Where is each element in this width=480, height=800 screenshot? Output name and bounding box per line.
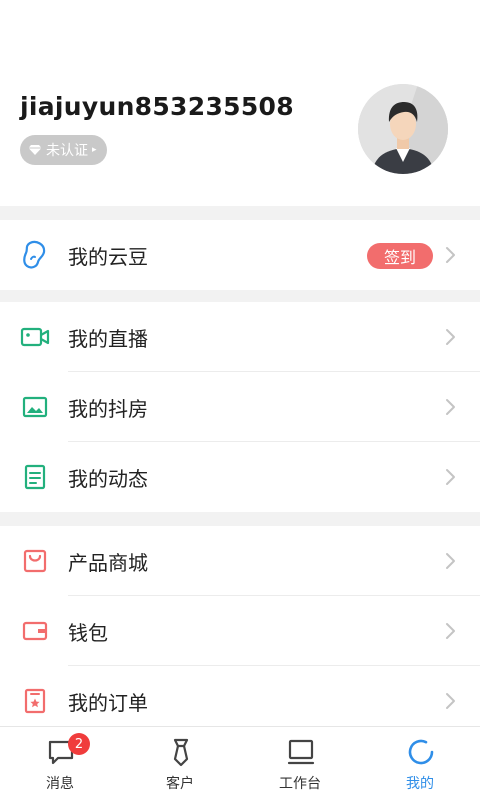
chevron-right-icon	[446, 247, 455, 263]
tab-label: 消息	[46, 776, 74, 792]
username: jiajuyun853235508	[20, 92, 294, 121]
tab-mine[interactable]: 我的	[360, 727, 480, 800]
bean-icon	[20, 240, 50, 269]
menu-item-my-live[interactable]: 我的直播	[0, 302, 480, 372]
profile-header: jiajuyun853235508 未认证 ▸	[0, 0, 480, 206]
tab-label: 我的	[406, 776, 434, 792]
tie-icon	[173, 738, 189, 767]
menu-item-label: 我的抖房	[68, 396, 148, 421]
shopping-bag-icon	[20, 547, 50, 575]
commerce-group: 产品商城 钱包 我的订单	[0, 526, 480, 726]
unread-badge: 2	[68, 733, 90, 755]
tab-label: 客户	[166, 776, 194, 792]
video-camera-icon	[20, 323, 50, 351]
chevron-right-icon	[446, 399, 455, 415]
verification-label: 未认证	[46, 143, 88, 159]
avatar-illustration	[358, 84, 448, 174]
sign-in-button[interactable]: 签到	[367, 243, 433, 269]
tab-label: 工作台	[279, 776, 321, 792]
chevron-right-icon	[446, 469, 455, 485]
menu-item-label: 产品商城	[68, 550, 148, 575]
chevron-right-icon	[446, 329, 455, 345]
chevron-right-icon	[446, 623, 455, 639]
menu-item-label: 我的订单	[68, 690, 148, 715]
picture-icon	[20, 393, 50, 421]
avatar[interactable]	[358, 84, 448, 174]
menu-item-label: 我的动态	[68, 466, 148, 491]
tab-workbench[interactable]: 工作台	[240, 727, 360, 800]
diamond-icon	[28, 145, 42, 155]
menu-item-wallet[interactable]: 钱包	[0, 596, 480, 666]
menu-item-product-mall[interactable]: 产品商城	[0, 526, 480, 596]
chevron-right-icon	[446, 553, 455, 569]
media-group: 我的直播 我的抖房 我的动态	[0, 302, 480, 512]
circle-icon	[408, 739, 434, 765]
beans-group: 我的云豆 签到	[0, 220, 480, 290]
order-icon	[20, 687, 50, 715]
tab-messages[interactable]: 2 消息	[0, 727, 120, 800]
chevron-right-icon	[446, 693, 455, 709]
menu-item-my-posts[interactable]: 我的动态	[0, 442, 480, 512]
verification-arrow-icon: ▸	[92, 145, 97, 155]
verification-badge[interactable]: 未认证 ▸	[20, 135, 107, 165]
bottom-tab-bar: 2 消息 客户 工作台 我的	[0, 726, 480, 800]
tab-clients[interactable]: 客户	[120, 727, 240, 800]
monitor-icon	[287, 739, 315, 765]
document-icon	[20, 463, 50, 491]
menu-item-my-house-videos[interactable]: 我的抖房	[0, 372, 480, 442]
menu-item-label: 钱包	[68, 620, 108, 645]
menu-item-label: 我的云豆	[68, 244, 148, 269]
wallet-icon	[20, 617, 50, 645]
menu-item-label: 我的直播	[68, 326, 148, 351]
menu-item-my-beans[interactable]: 我的云豆 签到	[0, 220, 480, 290]
